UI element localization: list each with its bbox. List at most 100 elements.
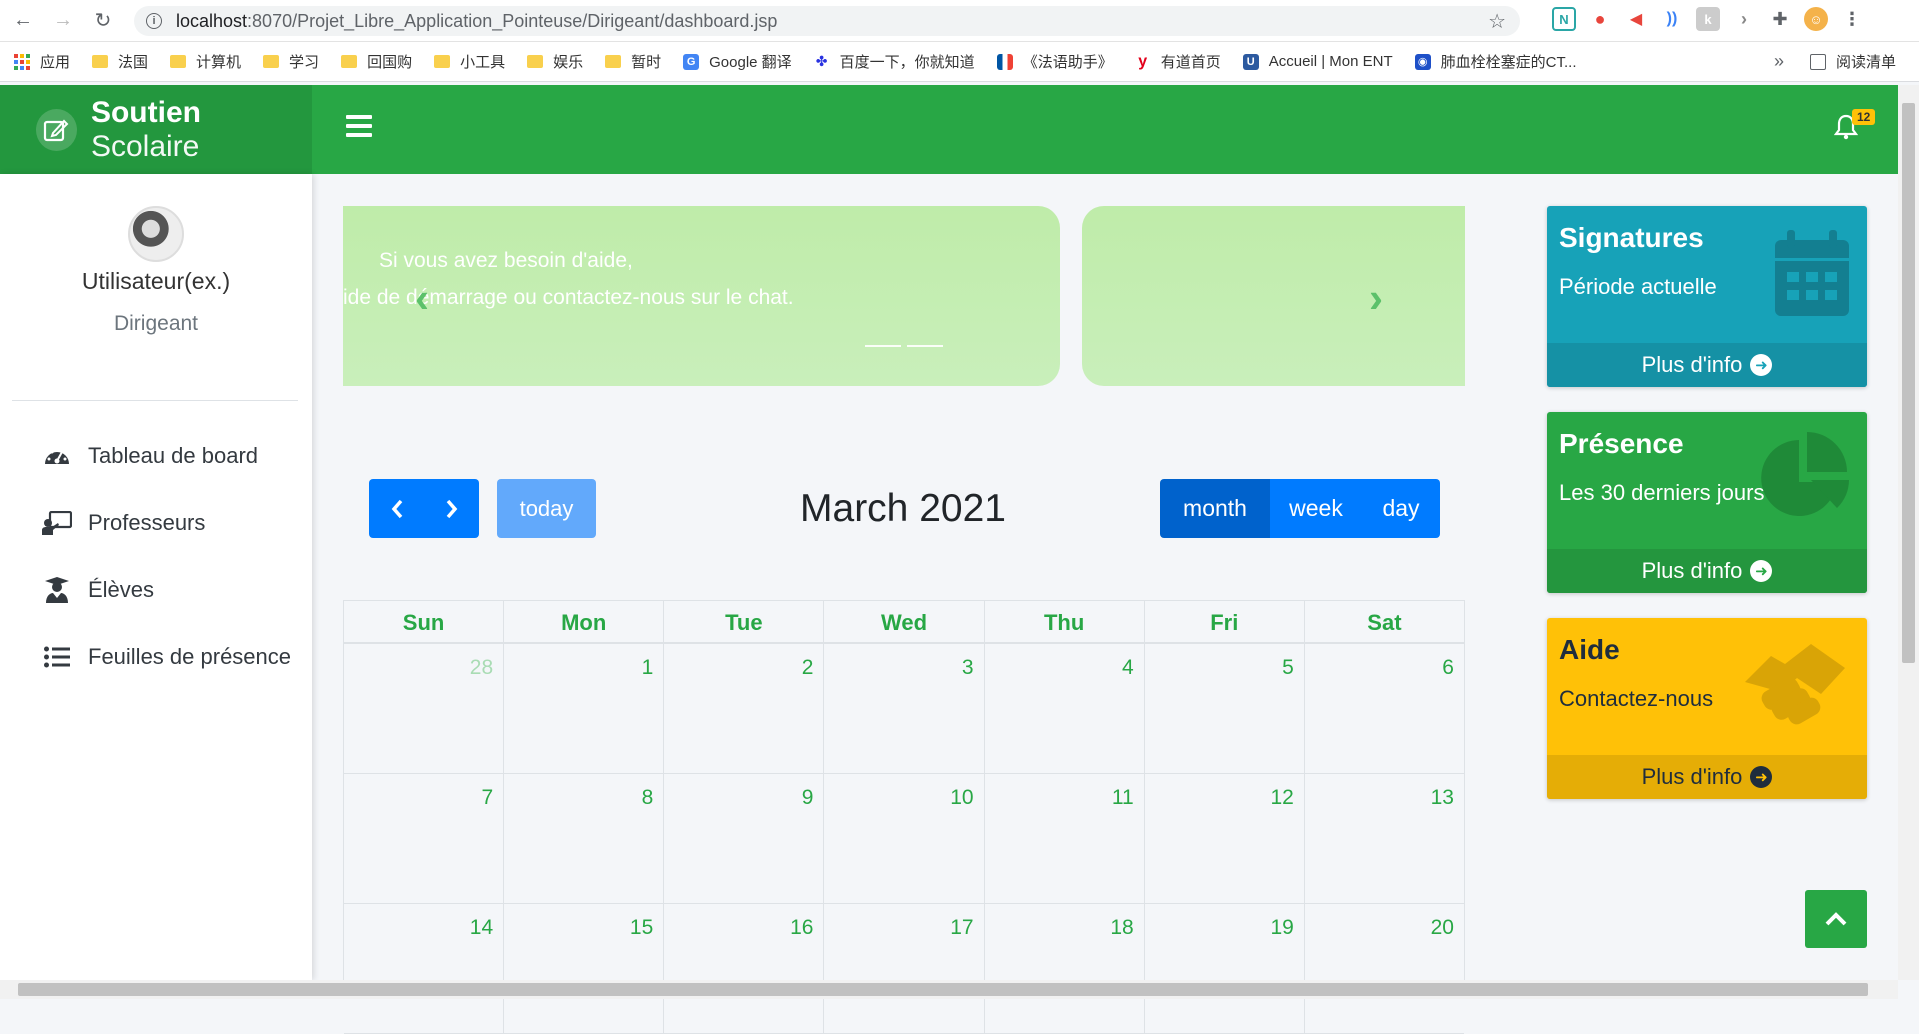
brand-name-bold: Soutien: [90, 95, 201, 129]
calendar-icon: [1773, 228, 1851, 323]
bookmark-folder[interactable]: 暂时: [605, 51, 661, 72]
calendar-day[interactable]: 4: [983, 644, 1144, 773]
sidebar-menu: Tableau de board Professeurs Élèves Feui…: [0, 422, 312, 690]
vertical-scrollbar[interactable]: [1898, 85, 1919, 980]
calendar-day[interactable]: 11: [983, 774, 1144, 903]
aide-more-info-link[interactable]: Plus d'info ➜: [1547, 755, 1867, 799]
calendar-day[interactable]: 28: [344, 644, 503, 773]
extension-n-icon[interactable]: N: [1552, 7, 1576, 31]
horizontal-scrollbar[interactable]: [0, 980, 1898, 999]
bookmark-folder[interactable]: 小工具: [434, 51, 505, 72]
calendar-day[interactable]: 18: [983, 904, 1144, 1033]
sidebar-item-eleves[interactable]: Élèves: [0, 556, 312, 623]
calendar-day[interactable]: 20: [1303, 904, 1464, 1033]
browser-menu-icon[interactable]: ⋮: [1840, 7, 1864, 31]
reading-list-button[interactable]: 阅读清单: [1810, 51, 1896, 72]
user-name[interactable]: Utilisateur(ex.): [0, 268, 312, 295]
puzzle-extensions-icon[interactable]: ✚: [1768, 7, 1792, 31]
bookmark-ct[interactable]: ◉ 肺血栓栓塞症的CT...: [1414, 51, 1577, 72]
bookmark-baidu[interactable]: ✤ 百度一下，你就知道: [813, 51, 975, 72]
help-carousel: Si vous avez besoin d'aide, ide de démar…: [343, 206, 1465, 386]
tachometer-icon: [42, 443, 72, 469]
sidebar-item-tableau-de-board[interactable]: Tableau de board: [0, 422, 312, 489]
info-icon[interactable]: i: [146, 13, 162, 29]
calendar-prev-button[interactable]: [369, 479, 424, 538]
brand[interactable]: Soutien Scolaire: [0, 85, 312, 174]
bookmark-folder[interactable]: 计算机: [170, 51, 241, 72]
extension-gray-icon[interactable]: k: [1696, 7, 1720, 31]
view-month-button[interactable]: month: [1160, 479, 1270, 538]
calendar-day[interactable]: 5: [1143, 644, 1304, 773]
back-arrow-icon[interactable]: ←: [6, 4, 40, 38]
calendar-day[interactable]: 1: [503, 644, 663, 773]
bookmark-folder[interactable]: 法国: [92, 51, 148, 72]
calendar-day[interactable]: 13: [1303, 774, 1464, 903]
calendar-day[interactable]: 7: [344, 774, 503, 903]
carousel-prev-icon[interactable]: ‹: [415, 274, 429, 322]
back-to-top-button[interactable]: [1805, 890, 1867, 948]
bookmark-google-translate[interactable]: G Google 翻译: [683, 51, 792, 72]
bookmarks-overflow-button[interactable]: »: [1774, 51, 1784, 72]
calendar-day[interactable]: 10: [823, 774, 983, 903]
chevron-right-icon[interactable]: ›: [1732, 7, 1756, 31]
bookmark-fayu[interactable]: 《法语助手》: [996, 51, 1113, 72]
presence-more-info-link[interactable]: Plus d'info ➜: [1547, 549, 1867, 593]
bookmark-mon-ent[interactable]: U Accueil | Mon ENT: [1242, 53, 1393, 70]
bookmark-label: Google 翻译: [709, 54, 792, 71]
day-header: Sat: [1303, 601, 1464, 642]
chevron-left-icon: [391, 499, 402, 518]
bookmark-folder[interactable]: 学习: [263, 51, 319, 72]
carousel-next-icon[interactable]: ›: [1369, 274, 1383, 322]
chalkboard-teacher-icon: [42, 510, 72, 536]
calendar-day[interactable]: 8: [503, 774, 663, 903]
calendar-day[interactable]: 2: [663, 644, 823, 773]
profile-avatar-icon[interactable]: ☺: [1804, 7, 1828, 31]
url-host: localhost: [176, 10, 248, 31]
sidebar-item-professeurs[interactable]: Professeurs: [0, 489, 312, 556]
carousel-indicator[interactable]: [907, 345, 943, 347]
scrollbar-thumb[interactable]: [1902, 103, 1915, 663]
calendar-day[interactable]: 9: [663, 774, 823, 903]
bookmark-youdao[interactable]: y 有道首页: [1134, 51, 1221, 72]
presence-box: Présence Les 30 derniers jours Plus d'in…: [1547, 412, 1867, 593]
view-day-button[interactable]: day: [1362, 479, 1440, 538]
megaphone-icon[interactable]: ◀: [1624, 7, 1648, 31]
calendar-day[interactable]: 12: [1143, 774, 1304, 903]
bookmark-label: 《法语助手》: [1022, 54, 1113, 71]
sidebar-item-feuilles-de-presence[interactable]: Feuilles de présence: [0, 623, 312, 690]
scrollbar-thumb[interactable]: [18, 983, 1868, 996]
signatures-box: Signatures Période actuelle Plus d'info …: [1547, 206, 1867, 387]
reload-icon[interactable]: ↻: [86, 4, 120, 38]
signatures-more-info-link[interactable]: Plus d'info ➜: [1547, 343, 1867, 387]
bookmark-apps[interactable]: 应用: [14, 51, 70, 72]
calendar-day[interactable]: 15: [503, 904, 663, 1033]
calendar-day[interactable]: 14: [344, 904, 503, 1033]
calendar-next-button[interactable]: [424, 479, 479, 538]
folder-icon: [527, 55, 544, 68]
avatar[interactable]: [128, 206, 184, 262]
reading-list-label: 阅读清单: [1836, 54, 1897, 71]
reading-list-icon: [1810, 53, 1826, 70]
calendar-day[interactable]: 16: [663, 904, 823, 1033]
address-bar[interactable]: i localhost:8070/Projet_Libre_Applicatio…: [134, 6, 1520, 36]
today-button[interactable]: today: [497, 479, 596, 538]
calendar-day[interactable]: 6: [1303, 644, 1464, 773]
calendar-title: March 2021: [800, 487, 1006, 530]
view-week-button[interactable]: week: [1270, 479, 1362, 538]
chevron-right-icon: [446, 499, 457, 518]
carousel-indicator[interactable]: [865, 345, 901, 347]
carousel-text: Si vous avez besoin d'aide, ide de démar…: [343, 242, 794, 316]
menu-toggle-icon[interactable]: [346, 115, 372, 137]
wifi-cast-icon[interactable]: )): [1660, 7, 1684, 31]
more-info-label: Plus d'info: [1641, 558, 1743, 583]
user-graduate-icon: [42, 576, 72, 603]
bookmark-folder[interactable]: 回国购: [341, 51, 412, 72]
bookmark-folder[interactable]: 娱乐: [527, 51, 583, 72]
french-flag-icon: [996, 53, 1013, 70]
bookmark-star-icon[interactable]: ☆: [1488, 9, 1506, 34]
maps-pin-icon[interactable]: ●: [1588, 7, 1612, 31]
calendar-day[interactable]: 19: [1143, 904, 1304, 1033]
calendar-day[interactable]: 17: [823, 904, 983, 1033]
calendar-day[interactable]: 3: [823, 644, 983, 773]
forward-arrow-icon[interactable]: →: [46, 4, 80, 38]
